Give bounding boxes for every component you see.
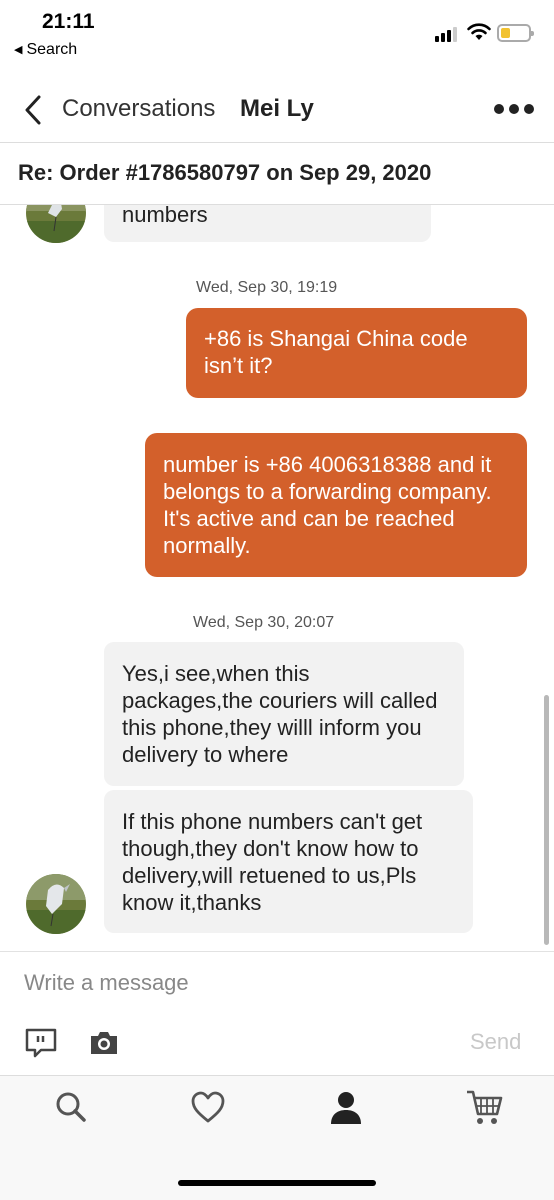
outgoing-message-bubble: +86 is Shangai China code isn’t it? bbox=[186, 308, 527, 398]
more-options-icon[interactable] bbox=[494, 104, 534, 116]
message-list[interactable]: numbers Wed, Sep 30, 19:19 +86 is Shanga… bbox=[0, 205, 554, 950]
back-app-label: Search bbox=[26, 41, 78, 58]
incoming-message-bubble: Yes,i see,when this packages,the courier… bbox=[104, 642, 464, 786]
status-time: 21:11 bbox=[42, 10, 95, 33]
wifi-icon bbox=[467, 23, 491, 40]
message-text: numbers bbox=[122, 205, 208, 227]
home-indicator bbox=[178, 1180, 376, 1186]
back-to-app-link[interactable]: ◀ Search bbox=[14, 41, 77, 59]
message-timestamp: Wed, Sep 30, 20:07 bbox=[193, 614, 335, 631]
message-timestamp: Wed, Sep 30, 19:19 bbox=[196, 279, 338, 296]
avatar[interactable] bbox=[26, 874, 86, 934]
cellular-signal-icon bbox=[435, 26, 461, 42]
message-text: If this phone numbers can't get though,t… bbox=[122, 809, 423, 915]
incoming-message-bubble: If this phone numbers can't get though,t… bbox=[104, 790, 473, 933]
outgoing-message-bubble: number is +86 4006318388 and it belongs … bbox=[145, 433, 527, 577]
message-text: Yes,i see,when this packages,the courier… bbox=[122, 661, 438, 767]
message-input[interactable] bbox=[24, 970, 524, 996]
battery-icon bbox=[497, 24, 534, 42]
heart-icon[interactable] bbox=[188, 1088, 228, 1128]
message-text: +86 is Shangai China code isn’t it? bbox=[204, 326, 468, 378]
send-button[interactable]: Send bbox=[470, 1029, 521, 1055]
conversation-header: Conversations Mei Ly bbox=[0, 80, 554, 142]
status-bar: 21:11 ◀ Search bbox=[0, 0, 554, 70]
composer-divider bbox=[0, 951, 554, 952]
header-divider bbox=[0, 142, 554, 143]
chevron-left-icon[interactable] bbox=[18, 92, 48, 128]
incoming-message-bubble: numbers bbox=[104, 205, 431, 242]
back-triangle-icon: ◀ bbox=[14, 44, 23, 56]
avatar[interactable] bbox=[26, 205, 86, 243]
scrollbar[interactable] bbox=[544, 695, 549, 945]
search-icon[interactable] bbox=[52, 1088, 92, 1128]
conversation-subject: Re: Order #1786580797 on Sep 29, 2020 bbox=[18, 160, 432, 185]
cart-icon[interactable] bbox=[465, 1088, 505, 1128]
quick-reply-icon[interactable] bbox=[25, 1028, 57, 1058]
profile-icon[interactable] bbox=[326, 1088, 366, 1128]
contact-name: Mei Ly bbox=[240, 95, 314, 122]
back-to-conversations-link[interactable]: Conversations bbox=[62, 95, 215, 123]
camera-icon[interactable] bbox=[89, 1030, 119, 1056]
message-text: number is +86 4006318388 and it belongs … bbox=[163, 452, 492, 558]
